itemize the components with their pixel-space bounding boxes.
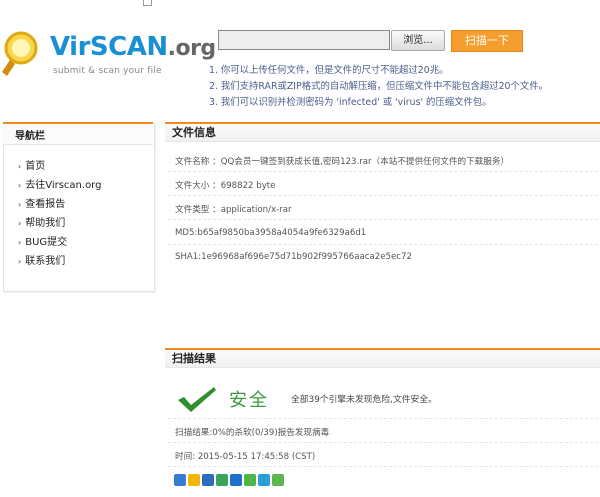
brand-suffix: .org xyxy=(167,36,217,61)
sidebar-title: 导航栏 xyxy=(15,131,45,142)
arrow-right-icon: › xyxy=(18,219,22,228)
sidebar-item-label: BUG提交 xyxy=(25,237,68,248)
safe-description: 全部39个引擎未发现危险,文件安全。 xyxy=(291,395,437,405)
sidebar-item-reports[interactable]: › 查看报告 xyxy=(18,195,65,210)
divider xyxy=(168,195,598,196)
file-info-header xyxy=(165,122,600,142)
add-share-icon[interactable] xyxy=(174,474,186,486)
rule-size: 1. 你可以上传任何文件，但是文件的尺寸不能超过20兆。 xyxy=(209,65,449,76)
qzone-icon[interactable] xyxy=(188,474,200,486)
divider xyxy=(168,244,598,245)
sidebar-item-label: 首页 xyxy=(25,161,46,172)
brand-tagline: submit & scan your file xyxy=(53,66,162,76)
divider xyxy=(168,466,598,467)
brand-main: VirSCAN xyxy=(50,32,168,62)
arrow-right-icon: › xyxy=(18,181,22,190)
weibo-icon[interactable] xyxy=(258,474,270,486)
sha1-row: SHA1:1e96968af696e75d71b902f995766aaca2e… xyxy=(175,252,412,262)
checkmark-icon xyxy=(178,387,216,412)
douban-icon[interactable] xyxy=(216,474,228,486)
brand-name: VirSCAN.org xyxy=(50,32,216,62)
sidebar-item-label: 查看报告 xyxy=(25,199,66,210)
share-bar xyxy=(174,474,286,493)
scan-result-title: 扫描结果 xyxy=(172,352,216,365)
tencent-icon[interactable] xyxy=(272,474,284,486)
divider xyxy=(168,219,598,220)
md5-row: MD5:b65af9850ba3958a4054a9fe6329a6d1 xyxy=(175,228,367,238)
wechat-icon[interactable] xyxy=(244,474,256,486)
kaixin-icon[interactable] xyxy=(230,474,242,486)
sidebar-item-label: 帮助我们 xyxy=(25,218,66,229)
scan-result-header xyxy=(165,348,600,368)
sidebar-item-help[interactable]: › 帮助我们 xyxy=(18,214,65,229)
file-path-input[interactable] xyxy=(218,30,390,50)
divider xyxy=(168,442,598,443)
arrow-right-icon: › xyxy=(18,257,22,266)
arrow-right-icon: › xyxy=(18,238,22,247)
rule-password: 3. 我们可以识别并检测密码为 'infected' 或 'virus' 的压缩… xyxy=(209,97,492,108)
sidebar-item-label: 联系我们 xyxy=(25,256,66,267)
scan-time: 时间: 2015-05-15 17:45:58 (CST) xyxy=(175,452,316,462)
arrow-right-icon: › xyxy=(18,200,22,209)
sidebar-item-virscan[interactable]: › 去往Virscan.org xyxy=(18,176,101,191)
file-size-row: 文件大小 ：698822 byte xyxy=(175,181,276,191)
top-scroll-marker xyxy=(143,0,152,6)
arrow-right-icon: › xyxy=(18,162,22,171)
divider xyxy=(168,418,598,419)
safe-status: 安全 xyxy=(229,390,269,411)
browse-button[interactable]: 浏览... xyxy=(391,30,445,51)
file-info-title: 文件信息 xyxy=(172,126,216,139)
sidebar-item-home[interactable]: › 首页 xyxy=(18,157,45,172)
file-type-row: 文件类型 ：application/x-rar xyxy=(175,205,292,215)
scan-summary: 扫描结果:0%的杀软(0/39)报告发现病毒 xyxy=(175,428,330,438)
rule-archive: 2. 我们支持RAR或ZIP格式的自动解压缩，但压缩文件中不能包含超过20个文件… xyxy=(209,81,549,92)
divider xyxy=(168,171,598,172)
sidebar-item-label: 去往Virscan.org xyxy=(25,180,102,191)
sidebar-item-bug[interactable]: › BUG提交 xyxy=(18,233,67,248)
file-name-row: 文件名称 ：QQ会员一键签到获成长值,密码123.rar（本站不提供任何文件的下… xyxy=(175,157,510,167)
renren-icon[interactable] xyxy=(202,474,214,486)
scan-button[interactable]: 扫描一下 xyxy=(451,30,523,52)
sidebar-item-contact[interactable]: › 联系我们 xyxy=(18,252,65,267)
